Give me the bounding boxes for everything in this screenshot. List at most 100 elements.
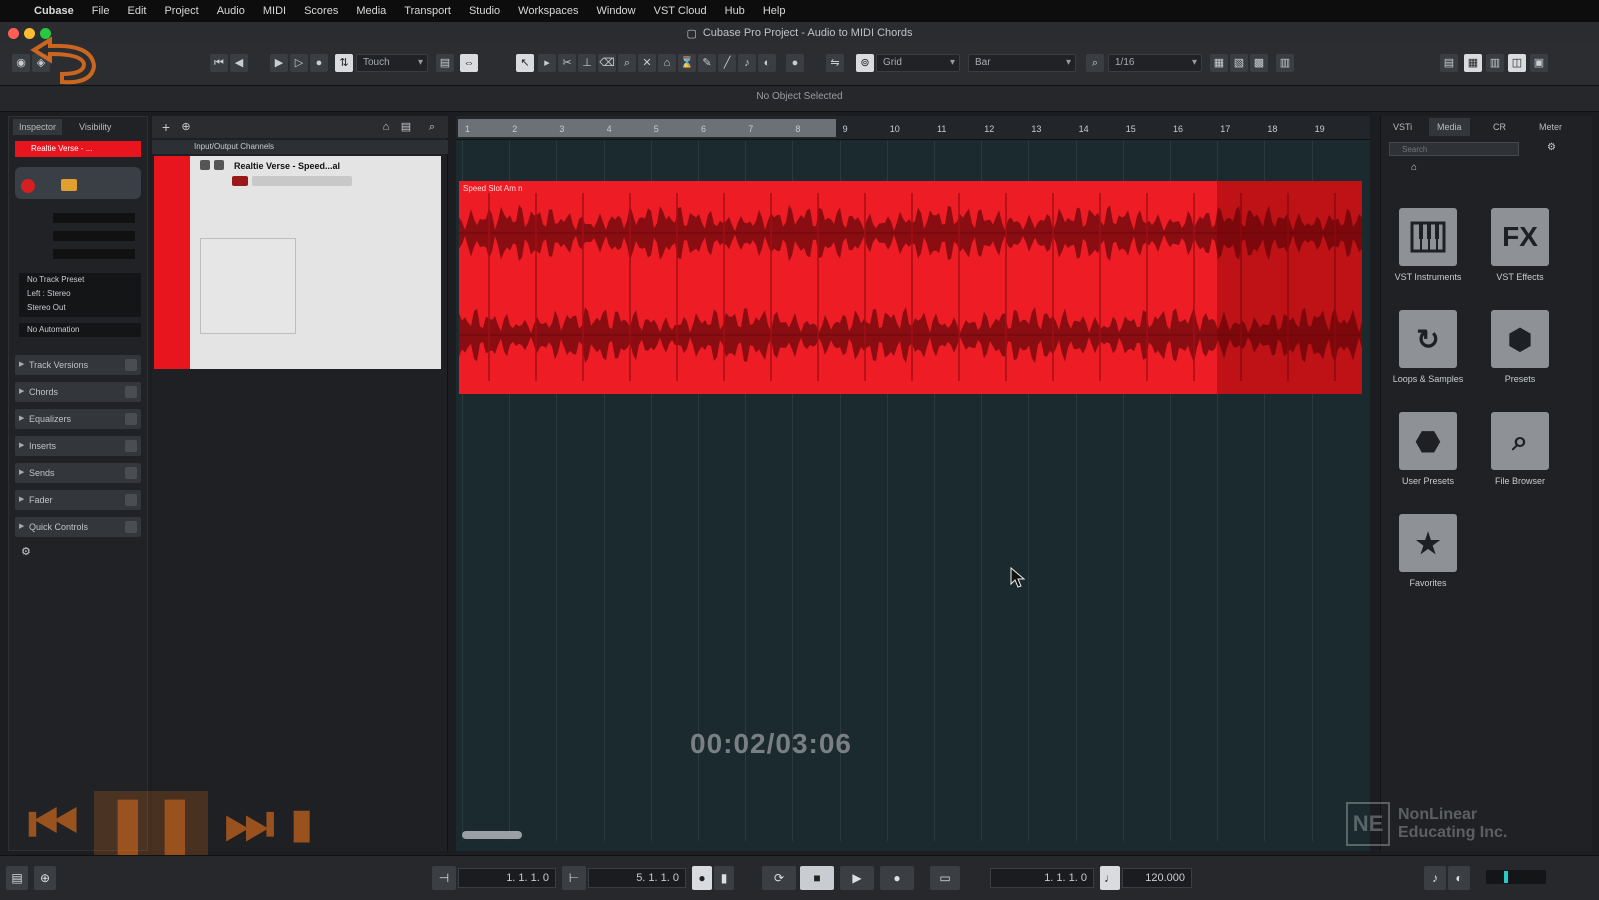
time-warp-tool[interactable]: ⌛ xyxy=(678,54,696,72)
range-tool[interactable]: ▸ xyxy=(538,54,556,72)
volume-icon[interactable]: ▮ xyxy=(291,801,313,847)
stop-button[interactable]: ■ xyxy=(800,866,834,890)
tempo-track-icon[interactable]: ♩ xyxy=(1100,866,1120,890)
folder-track[interactable]: Input/Output Channels xyxy=(152,140,448,154)
object-selection-tool[interactable]: ↖ xyxy=(516,54,534,72)
section-fader[interactable]: Fader xyxy=(15,490,141,510)
menu-transport[interactable]: Transport xyxy=(404,5,451,17)
tab-visibility[interactable]: Visibility xyxy=(73,119,117,135)
play-tool[interactable]: ♪ xyxy=(738,54,756,72)
menu-vst-cloud[interactable]: VST Cloud xyxy=(654,5,707,17)
right-locator-field[interactable]: 5. 1. 1. 0 xyxy=(588,868,686,888)
menu-help[interactable]: Help xyxy=(763,5,786,17)
quantize-preset-select[interactable]: 1/16 xyxy=(1108,54,1202,72)
click-button[interactable]: ♪ xyxy=(1424,866,1446,890)
volume-fader[interactable] xyxy=(53,213,135,223)
record-button[interactable]: ● xyxy=(310,54,328,72)
menu-audio[interactable]: Audio xyxy=(217,5,245,17)
media-vst-effects[interactable]: FX VST Effects xyxy=(1475,208,1565,282)
glue-tool[interactable]: ⊥ xyxy=(578,54,596,72)
pause-icon[interactable]: ❚❚ xyxy=(94,790,209,857)
close-window-button[interactable] xyxy=(8,28,19,39)
color-tool[interactable]: ◐ xyxy=(758,54,776,72)
ffwd-button[interactable]: ▶ xyxy=(270,54,288,72)
quantize-apply-button[interactable]: ▦ xyxy=(1210,54,1228,72)
track-record-button[interactable] xyxy=(232,176,248,186)
rew-button[interactable]: ◀ xyxy=(230,54,248,72)
menu-hub[interactable]: Hub xyxy=(725,5,745,17)
key-editor-button[interactable]: ▥ xyxy=(1276,54,1294,72)
play-button[interactable]: ▷ xyxy=(290,54,308,72)
rewind-button[interactable]: ⏮ xyxy=(210,54,228,72)
menu-file[interactable]: File xyxy=(92,5,110,17)
draw-tool[interactable]: ✎ xyxy=(698,54,716,72)
back-arrow-icon[interactable] xyxy=(22,36,102,86)
precount-button[interactable]: ◐ xyxy=(1448,866,1470,890)
menu-project[interactable]: Project xyxy=(164,5,198,17)
erase-tool[interactable]: ⌫ xyxy=(598,54,616,72)
section-quick-controls[interactable]: Quick Controls xyxy=(15,517,141,537)
media-file-browser[interactable]: ⌕ File Browser xyxy=(1475,412,1565,486)
skip-forward-icon[interactable]: ⏭ xyxy=(224,790,274,857)
search-icon[interactable]: ⌕ xyxy=(424,119,440,135)
settings-gear-icon[interactable]: ⚙ xyxy=(21,545,31,558)
menu-midi[interactable]: MIDI xyxy=(263,5,286,17)
home-icon[interactable]: ⌂ xyxy=(378,119,394,135)
ruler[interactable]: 1 2 3 4 5 6 7 8 9 10 11 12 13 14 15 16 17 18 19 xyxy=(456,116,1370,140)
comp-tool[interactable]: ⌂ xyxy=(658,54,676,72)
tab-inspector[interactable]: Inspector xyxy=(13,119,63,135)
media-search-input[interactable] xyxy=(1389,142,1519,156)
horizontal-scrollbar[interactable] xyxy=(462,831,522,839)
marker-button[interactable]: ▭ xyxy=(930,866,960,890)
audio-event[interactable]: Speed Slot Am n xyxy=(459,181,1362,394)
audio-track[interactable]: Realtie Verse - Speed...al xyxy=(154,156,441,369)
media-settings-icon[interactable]: ⚙ xyxy=(1547,142,1561,156)
track-controls-row[interactable] xyxy=(252,176,352,186)
section-chords[interactable]: Chords xyxy=(15,382,141,402)
menu-scores[interactable]: Scores xyxy=(304,5,338,17)
automation-mode-icon[interactable]: ⇅ xyxy=(335,54,353,72)
tab-media[interactable]: Media xyxy=(1429,118,1470,136)
show-right-zone-button[interactable]: ▥ xyxy=(1486,54,1504,72)
output-routing-field[interactable]: Stereo Out xyxy=(27,301,141,315)
left-locator-icon[interactable]: ⊣ xyxy=(432,866,456,890)
delay-fader[interactable] xyxy=(53,249,135,259)
show-lower-zone-button[interactable]: ▦ xyxy=(1464,54,1482,72)
monitor-button[interactable] xyxy=(61,179,77,191)
record-enable-button[interactable] xyxy=(21,179,35,193)
track-preset-field[interactable]: No Track Preset xyxy=(27,273,141,287)
automation-mode-select[interactable]: Touch xyxy=(356,54,428,72)
show-left-zone-button[interactable]: ▤ xyxy=(1440,54,1458,72)
quantize-icon[interactable]: ⌕ xyxy=(1086,54,1104,72)
auto-scroll-button[interactable]: ▤ xyxy=(436,54,454,72)
quantize-settings-button[interactable]: ▧ xyxy=(1230,54,1248,72)
tab-cr[interactable]: CR xyxy=(1485,118,1514,136)
menu-window[interactable]: Window xyxy=(597,5,636,17)
menu-workspaces[interactable]: Workspaces xyxy=(518,5,578,17)
skip-back-icon[interactable]: ⏮ xyxy=(28,790,78,857)
media-vst-instruments[interactable]: VST Instruments xyxy=(1383,208,1473,282)
punch-in-button[interactable]: ● xyxy=(692,866,712,890)
punch-out-button[interactable]: ▮ xyxy=(714,866,734,890)
grid-type-select[interactable]: Bar xyxy=(968,54,1076,72)
pan-fader[interactable] xyxy=(53,231,135,241)
line-tool[interactable]: ╱ xyxy=(718,54,736,72)
section-equalizers[interactable]: Equalizers xyxy=(15,409,141,429)
menu-app[interactable]: Cubase xyxy=(34,5,74,17)
tempo-field[interactable]: 120.000 xyxy=(1122,868,1192,888)
media-user-presets[interactable]: ⬣ User Presets xyxy=(1383,412,1473,486)
menu-edit[interactable]: Edit xyxy=(127,5,146,17)
mute-tool[interactable]: ✕ xyxy=(638,54,656,72)
menu-studio[interactable]: Studio xyxy=(469,5,500,17)
event-display[interactable]: Speed Slot Am n xyxy=(456,141,1370,841)
color-palette-icon[interactable]: ● xyxy=(786,54,804,72)
track-settings-icon[interactable]: ▤ xyxy=(398,119,414,135)
split-tool[interactable]: ✂ xyxy=(558,54,576,72)
arrow-tool-icon[interactable]: ⇔ xyxy=(460,54,478,72)
section-inserts[interactable]: Inserts xyxy=(15,436,141,456)
section-sends[interactable]: Sends xyxy=(15,463,141,483)
media-loops-samples[interactable]: ↻ Loops & Samples xyxy=(1383,310,1473,384)
input-routing-field[interactable]: Left : Stereo xyxy=(27,287,141,301)
inspector-track-name[interactable]: Realtie Verse - ... xyxy=(15,141,141,157)
cycle-button[interactable]: ⟳ xyxy=(762,866,796,890)
